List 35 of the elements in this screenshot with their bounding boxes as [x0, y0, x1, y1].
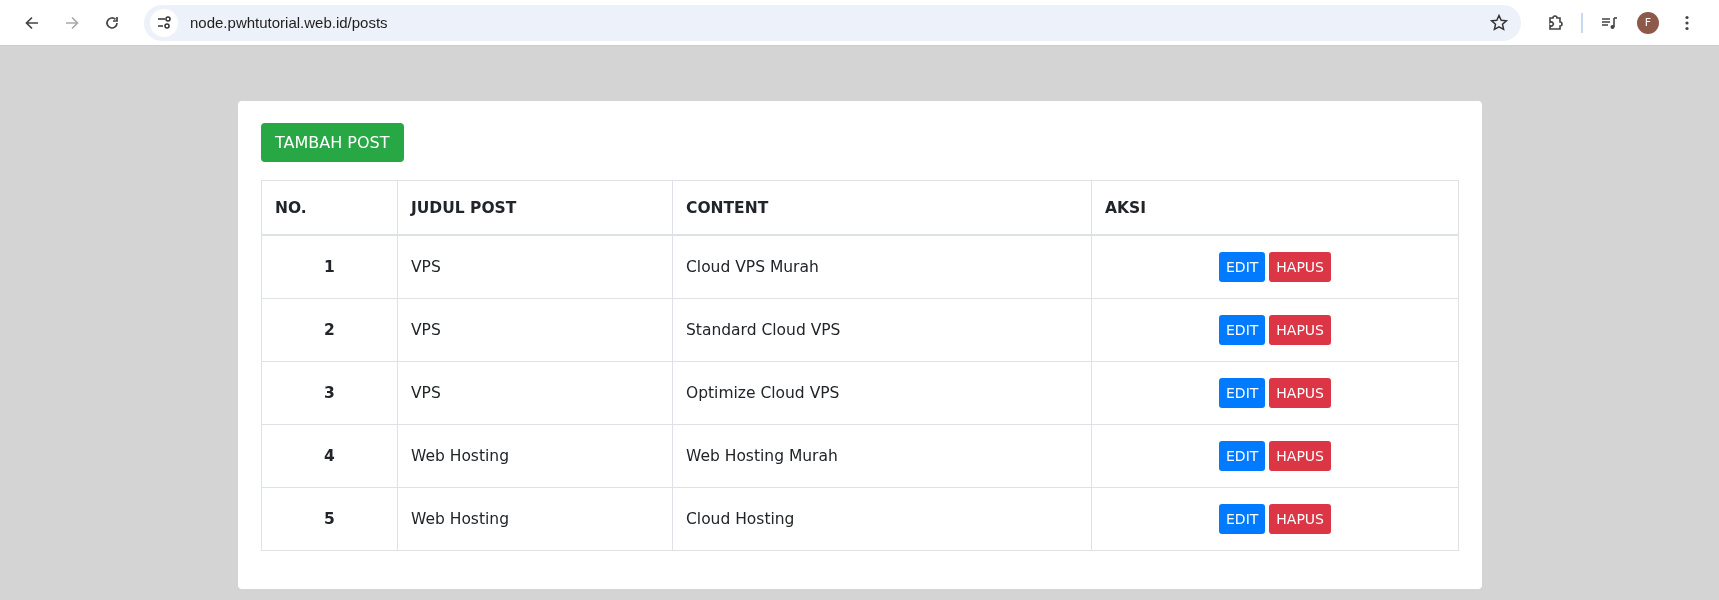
- delete-button[interactable]: HAPUS: [1269, 315, 1331, 345]
- address-bar[interactable]: node.pwhtutorial.web.id/posts: [144, 4, 1521, 41]
- table-cell: Web Hosting: [397, 487, 673, 551]
- table-cell: Web Hosting: [397, 424, 673, 488]
- edit-button[interactable]: EDIT: [1219, 252, 1266, 282]
- star-icon[interactable]: [1489, 12, 1509, 33]
- delete-button[interactable]: HAPUS: [1269, 378, 1331, 408]
- table-cell: 3: [261, 361, 398, 425]
- table-cell: 4: [261, 424, 398, 488]
- delete-button[interactable]: HAPUS: [1269, 441, 1331, 471]
- table-cell: Web Hosting Murah: [672, 424, 1092, 488]
- site-settings-icon[interactable]: [150, 8, 178, 37]
- table-cell: 2: [261, 298, 398, 362]
- profile-avatar[interactable]: F: [1637, 11, 1659, 34]
- table-cell: VPS: [397, 235, 673, 299]
- table-cell: 5: [261, 487, 398, 551]
- table-cell: Standard Cloud VPS: [672, 298, 1092, 362]
- column-header: AKSI: [1091, 180, 1459, 235]
- table-cell: VPS: [397, 298, 673, 362]
- edit-button[interactable]: EDIT: [1219, 504, 1266, 534]
- table-cell: Optimize Cloud VPS: [672, 361, 1092, 425]
- table-cell: 1: [261, 235, 398, 299]
- table-cell: VPS: [397, 361, 673, 425]
- delete-button[interactable]: HAPUS: [1269, 252, 1331, 282]
- delete-button[interactable]: HAPUS: [1269, 504, 1331, 534]
- url-text: node.pwhtutorial.web.id/posts: [190, 14, 389, 31]
- column-header: CONTENT: [672, 180, 1092, 235]
- add-post-button[interactable]: TAMBAH POST: [261, 123, 404, 162]
- column-header: JUDUL POST: [397, 180, 673, 235]
- edit-button[interactable]: EDIT: [1219, 315, 1266, 345]
- table-cell: Cloud VPS Murah: [672, 235, 1092, 299]
- table-cell: Cloud Hosting: [672, 487, 1092, 551]
- column-header: NO.: [261, 180, 398, 235]
- edit-button[interactable]: EDIT: [1219, 441, 1266, 471]
- edit-button[interactable]: EDIT: [1219, 378, 1266, 408]
